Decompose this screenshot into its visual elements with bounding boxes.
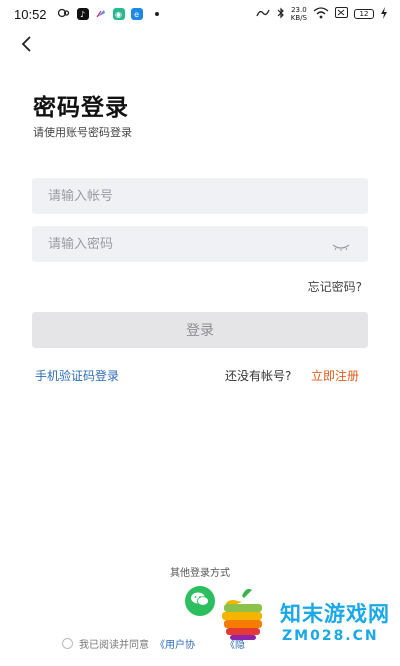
status-left: 10:52 ♪ ◉ e bbox=[14, 7, 159, 22]
wechat-icon bbox=[190, 591, 210, 611]
sms-login-link[interactable]: 手机验证码登录 bbox=[35, 367, 119, 384]
no-account-text: 还没有帐号? bbox=[225, 369, 292, 383]
forgot-password-link[interactable]: 忘记密码? bbox=[308, 278, 362, 295]
agreement-row: 我已阅读并同意 《用户协 《隐 bbox=[62, 636, 245, 651]
other-login-title: 其他登录方式 bbox=[170, 568, 230, 579]
eye-closed-icon[interactable] bbox=[330, 238, 352, 251]
chevron-left-icon bbox=[20, 35, 32, 57]
user-agreement-link[interactable]: 《用户协 bbox=[155, 636, 195, 651]
status-right: 23.0 KB/S 12 bbox=[255, 6, 388, 22]
status-bar: 10:52 ♪ ◉ e 23.0 KB/S 12 bbox=[0, 0, 400, 28]
page-subtitle: 请使用账号密码登录 bbox=[33, 126, 132, 139]
login-button[interactable]: 登录 bbox=[32, 312, 368, 348]
sim-icon bbox=[335, 7, 348, 21]
account-input[interactable] bbox=[48, 188, 352, 204]
password-field[interactable] bbox=[32, 226, 368, 262]
password-input[interactable] bbox=[48, 236, 330, 252]
network-speed-value: 23.0 bbox=[291, 6, 307, 14]
link-icon bbox=[57, 7, 71, 22]
page-title: 密码登录 bbox=[33, 95, 129, 121]
tiktok-app-icon: ♪ bbox=[76, 8, 89, 20]
browser-app-icon: e bbox=[130, 8, 143, 20]
wifi-icon bbox=[313, 6, 329, 22]
watermark-logo-icon bbox=[220, 586, 266, 642]
bluetooth-icon bbox=[277, 7, 285, 22]
register-link[interactable]: 立即注册 bbox=[311, 367, 359, 384]
battery-indicator: 12 bbox=[354, 9, 374, 19]
network-speed-unit: KB/S bbox=[290, 14, 307, 22]
account-field[interactable] bbox=[32, 178, 368, 214]
wechat-login-button[interactable] bbox=[185, 586, 215, 616]
nfc-icon bbox=[255, 7, 271, 22]
watermark-site: ZM028.CN bbox=[282, 628, 379, 644]
chat-app-icon: ◉ bbox=[112, 8, 125, 20]
agreement-checkbox[interactable] bbox=[62, 638, 73, 649]
feather-app-icon bbox=[95, 7, 107, 22]
back-button[interactable] bbox=[14, 34, 38, 58]
watermark-name: 知末游戏网 bbox=[280, 602, 390, 626]
charging-icon bbox=[380, 6, 388, 22]
agreement-prefix: 我已阅读并同意 bbox=[79, 640, 149, 651]
network-speed: 23.0 KB/S bbox=[291, 6, 307, 22]
status-time: 10:52 bbox=[14, 6, 47, 22]
more-notifications-dot bbox=[154, 12, 159, 16]
